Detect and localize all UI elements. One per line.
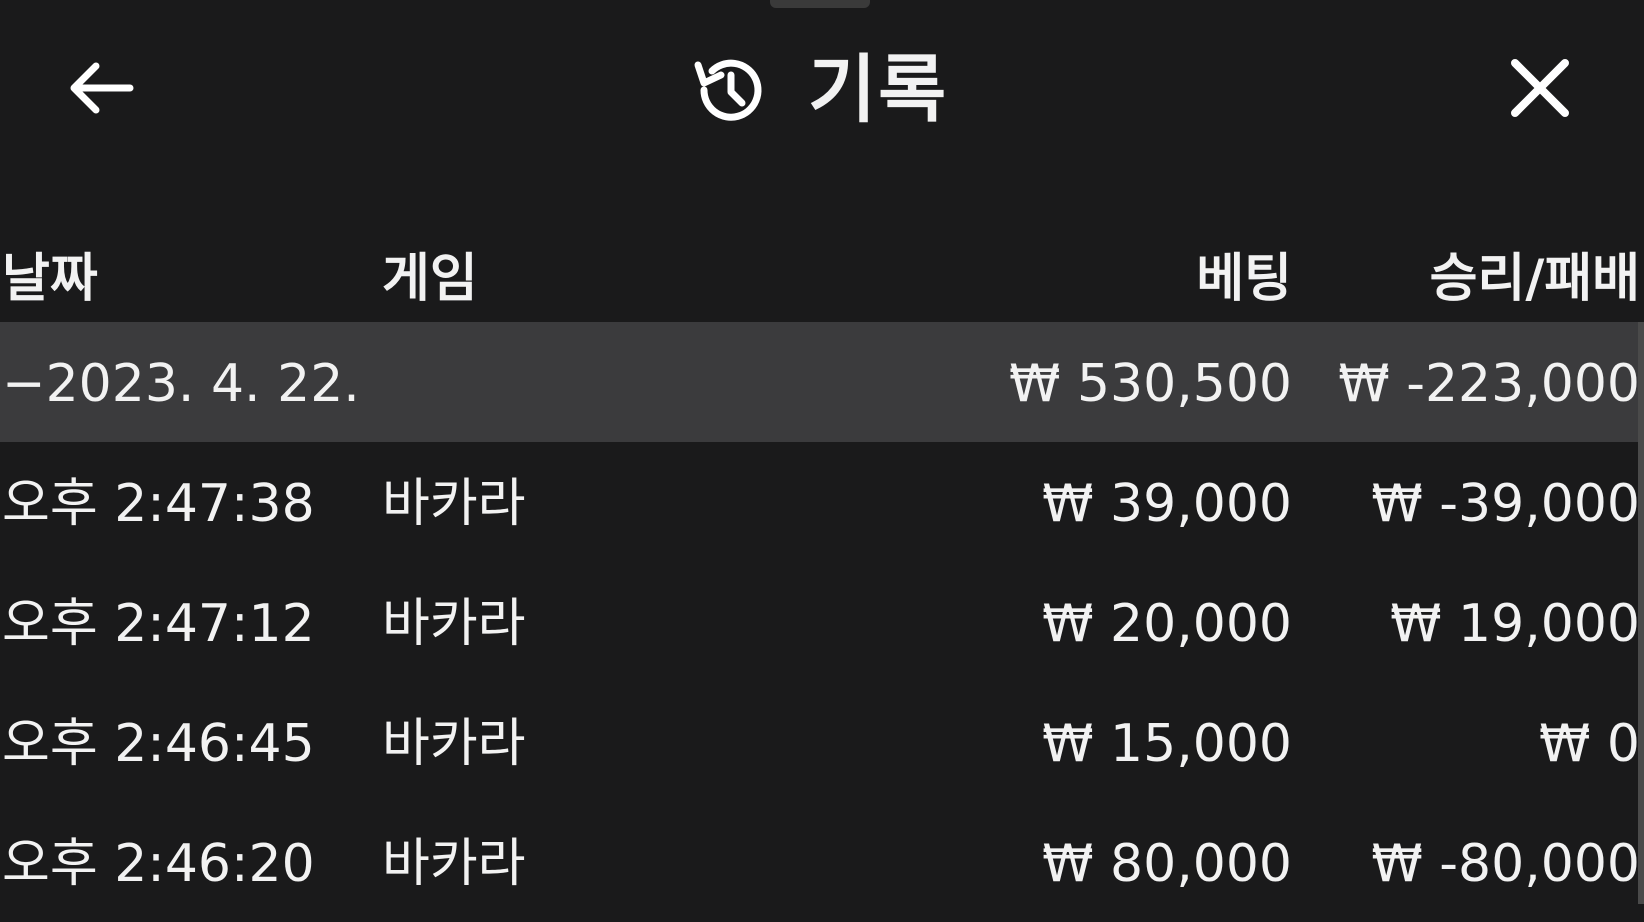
row-time: 오후 2:46:45: [2, 714, 315, 774]
close-button[interactable]: [1500, 50, 1580, 130]
row-win-loss: ₩ 0: [1538, 714, 1640, 774]
summary-win-loss: ₩ -223,000: [1338, 354, 1640, 414]
row-bet: ₩ 15,000: [1042, 714, 1292, 774]
arrow-left-icon: [66, 60, 134, 120]
row-win-loss: ₩ -39,000: [1371, 474, 1640, 534]
row-game: 바카라: [382, 474, 526, 534]
row-game: 바카라: [382, 594, 526, 654]
column-header-game: 게임: [382, 249, 478, 309]
history-row[interactable]: 오후 2:47:12 바카라 ₩ 20,000 ₩ 19,000: [0, 562, 1644, 682]
row-bet: ₩ 39,000: [1042, 474, 1292, 534]
header: 기록: [0, 0, 1644, 180]
title-group: 기록: [690, 40, 948, 140]
column-header-bet: 베팅: [1196, 249, 1292, 309]
page-title: 기록: [808, 47, 949, 133]
row-game: 바카라: [382, 714, 526, 774]
row-time: 오후 2:47:38: [2, 474, 315, 534]
summary-date: −2023. 4. 22.: [2, 354, 360, 414]
history-row[interactable]: 오후 2:46:20 바카라 ₩ 80,000 ₩ -80,000: [0, 802, 1644, 922]
history-row[interactable]: 오후 2:46:45 바카라 ₩ 15,000 ₩ 0: [0, 682, 1644, 802]
column-header-date: 날짜: [2, 249, 98, 309]
history-icon: [690, 49, 772, 131]
row-time: 오후 2:47:12: [2, 594, 315, 654]
date-summary-row[interactable]: −2023. 4. 22. ₩ 530,500 ₩ -223,000: [0, 322, 1644, 442]
column-header-row: 날짜 게임 베팅 승리/패배: [0, 218, 1644, 309]
column-header-win-loss: 승리/패배: [1429, 249, 1640, 309]
history-row[interactable]: 오후 2:47:38 바카라 ₩ 39,000 ₩ -39,000: [0, 442, 1644, 562]
close-icon: [1509, 57, 1571, 123]
row-bet: ₩ 80,000: [1042, 834, 1292, 894]
back-button[interactable]: [62, 55, 138, 125]
row-win-loss: ₩ 19,000: [1390, 594, 1640, 654]
row-time: 오후 2:46:20: [2, 834, 315, 894]
history-list: −2023. 4. 22. ₩ 530,500 ₩ -223,000 오후 2:…: [0, 322, 1644, 922]
row-bet: ₩ 20,000: [1042, 594, 1292, 654]
scrollbar[interactable]: [1638, 322, 1644, 904]
summary-bet: ₩ 530,500: [1009, 354, 1292, 414]
row-game: 바카라: [382, 834, 526, 894]
row-win-loss: ₩ -80,000: [1371, 834, 1640, 894]
